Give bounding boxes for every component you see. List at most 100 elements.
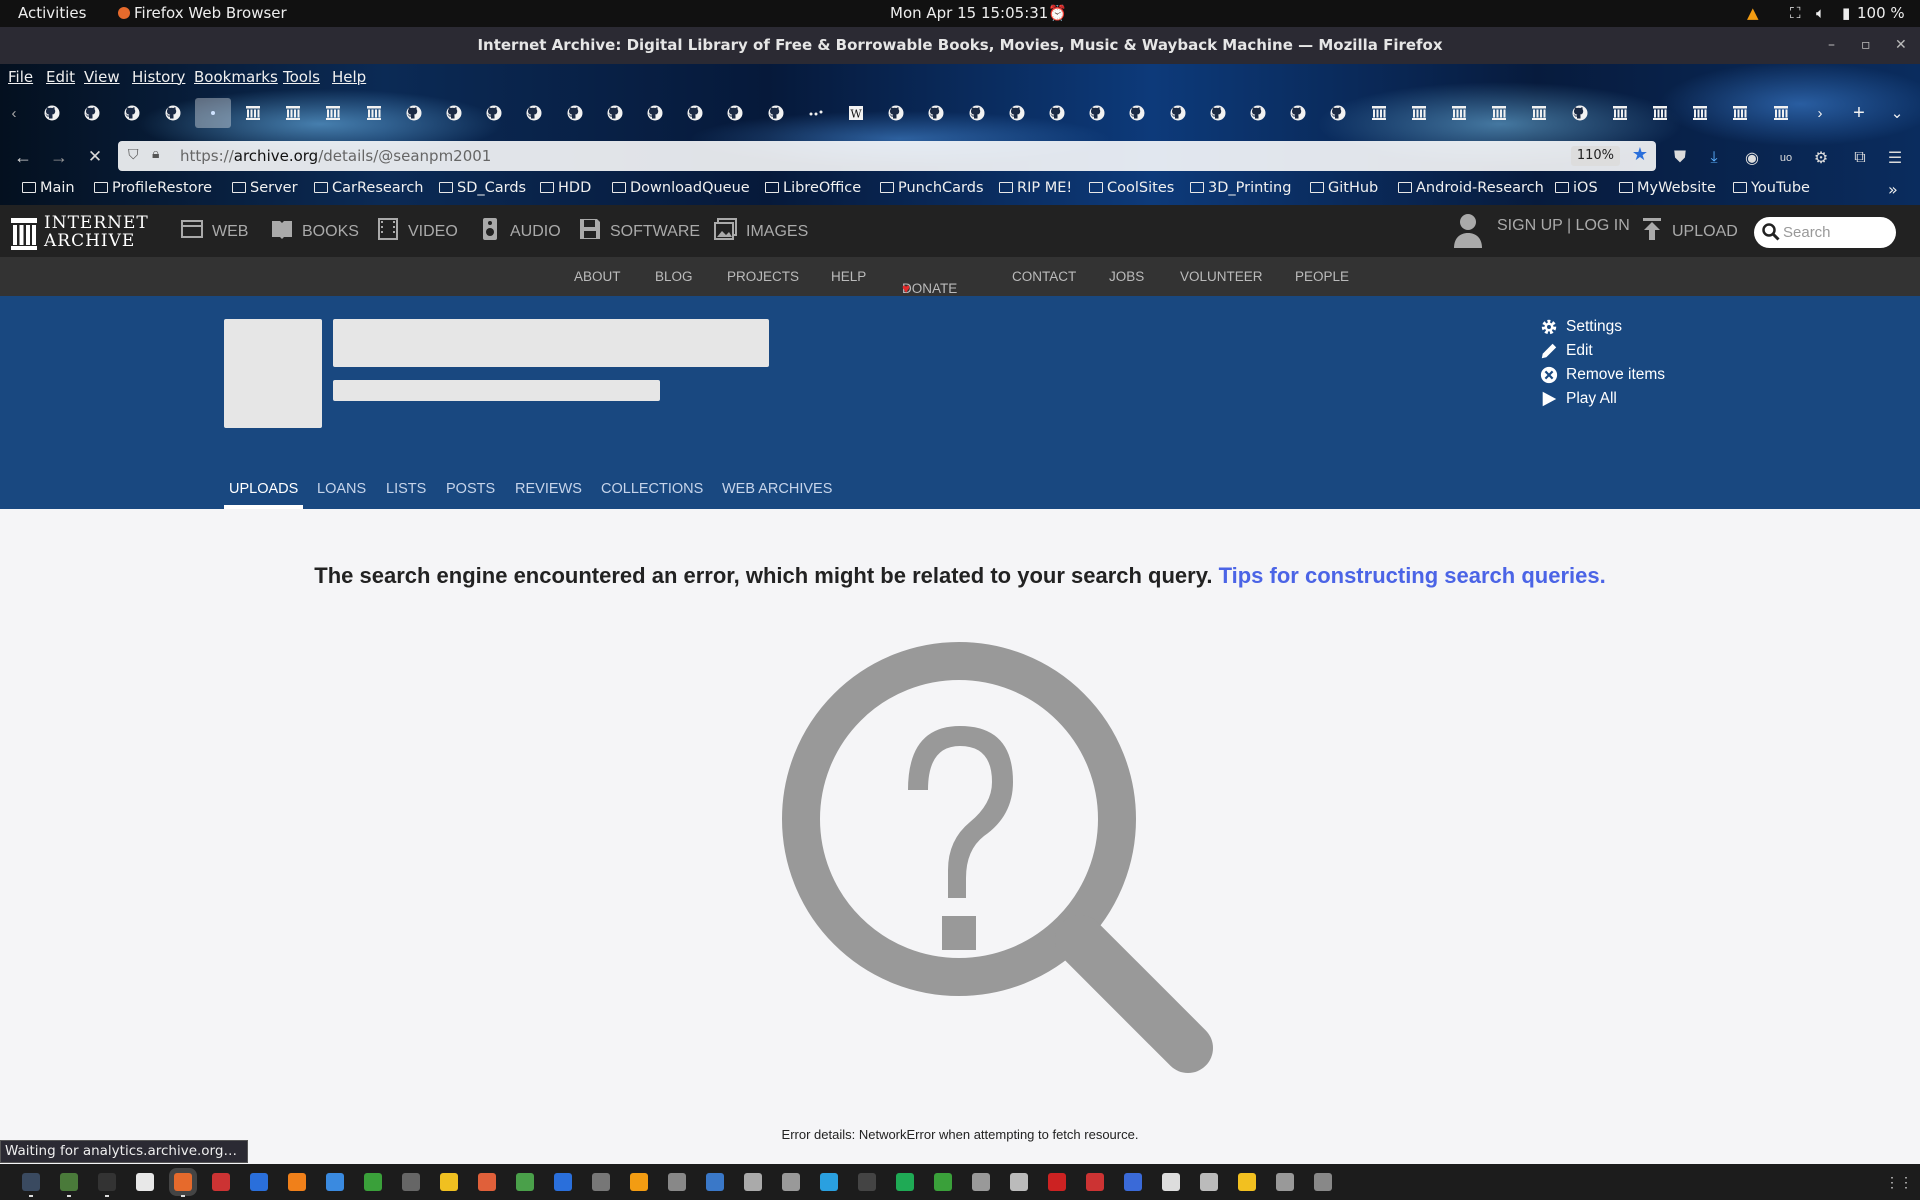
dock-app-icon[interactable] [98,1173,116,1197]
menu-history[interactable]: History [132,68,185,86]
tab[interactable] [758,98,794,128]
menu-tools[interactable]: Tools [283,68,320,86]
bookmark-star-icon[interactable]: ★ [1632,144,1648,165]
tab[interactable] [1481,98,1517,128]
tab-reviews[interactable]: REVIEWS [515,481,582,497]
bookmark-folder[interactable]: PunchCards [880,180,984,196]
bookmark-folder[interactable]: LibreOffice [765,180,861,196]
dock-app-icon[interactable] [60,1173,78,1197]
subnav-projects[interactable]: PROJECTS [727,269,799,284]
bookmark-folder[interactable]: SD_Cards [439,180,526,196]
dock-app-icon[interactable] [402,1173,420,1191]
media-web[interactable]: WEB [180,217,248,241]
tab[interactable] [878,98,914,128]
tab[interactable] [1642,98,1678,128]
network-icon[interactable]: ⛶ [1790,4,1801,22]
tab[interactable] [597,98,633,128]
maximize-button[interactable]: ▫ [1861,27,1871,64]
tab[interactable] [717,98,753,128]
tab[interactable] [1079,98,1115,128]
tab[interactable] [1722,98,1758,128]
dock-app-icon[interactable] [934,1173,952,1191]
menu-edit[interactable]: Edit [46,68,75,86]
remove-items-action[interactable]: Remove items [1540,366,1665,384]
dock-app-icon[interactable] [820,1173,838,1191]
subnav-blog[interactable]: BLOG [655,269,693,284]
dock-app-icon[interactable] [1086,1173,1104,1191]
bookmark-folder[interactable]: CoolSites [1089,180,1174,196]
bookmark-folder[interactable]: 3D_Printing [1190,180,1291,196]
ia-search-input[interactable]: Search [1754,217,1896,248]
tab[interactable] [436,98,472,128]
downloads-icon[interactable]: ⤓ [1703,147,1725,169]
tab[interactable] [918,98,954,128]
bookmark-folder[interactable]: HDD [540,180,591,196]
subnav-people[interactable]: PEOPLE [1295,269,1349,284]
tab[interactable] [1320,98,1356,128]
tab-uploads[interactable]: UPLOADS [223,481,304,509]
tab-scroll-left-button[interactable]: ‹ [2,98,26,128]
tab[interactable] [677,98,713,128]
settings-action[interactable]: Settings [1541,318,1622,336]
tab[interactable] [1562,98,1598,128]
dock-app-icon[interactable] [364,1173,382,1191]
bookmark-folder[interactable]: Server [232,180,298,196]
tab[interactable] [1441,98,1477,128]
dock-app-icon[interactable] [972,1173,990,1191]
bookmark-folder[interactable]: CarResearch [314,180,423,196]
bookmark-folder[interactable]: DownloadQueue [612,180,750,196]
more-bookmarks-chevron-icon[interactable]: » [1888,180,1898,199]
tab[interactable] [476,98,512,128]
bookmark-folder[interactable]: MyWebsite [1619,180,1716,196]
signup-login-link[interactable]: SIGN UP | LOG IN [1497,217,1630,235]
tab[interactable] [315,98,351,128]
tab-lists[interactable]: LISTS [386,481,426,497]
bookmark-folder[interactable]: Android-Research [1398,180,1544,196]
dock-app-icon[interactable] [174,1173,192,1197]
tab[interactable] [1280,98,1316,128]
media-images[interactable]: IMAGES [714,217,808,241]
activities-button[interactable]: Activities [18,4,86,22]
dock-app-icon[interactable] [326,1173,344,1191]
media-video[interactable]: VIDEO [376,217,458,241]
ublock-icon[interactable]: uo [1775,147,1797,169]
dock-app-icon[interactable] [440,1173,458,1191]
media-books[interactable]: BOOKS [270,217,359,241]
dock-app-icon[interactable] [782,1173,800,1191]
subnav-about[interactable]: ABOUT [574,269,621,284]
tab[interactable] [396,98,432,128]
tab[interactable] [1602,98,1638,128]
tab[interactable] [235,98,271,128]
dock-app-icon[interactable] [554,1173,572,1191]
dock-app-icon[interactable] [630,1173,648,1191]
tab-posts[interactable]: POSTS [446,481,495,497]
tab-scroll-right-button[interactable]: › [1808,98,1832,128]
extension-icon[interactable]: ⚙ [1810,147,1832,169]
tab-loans[interactable]: LOANS [317,481,366,497]
url-bar[interactable]: ⛉ 🔒︎ https://archive.org/details/@seanpm… [118,141,1656,171]
dock-app-icon[interactable] [288,1173,306,1191]
battery-icon[interactable]: ▮ [1842,4,1850,22]
tab[interactable] [114,98,150,128]
account-icon[interactable]: ◉ [1741,147,1763,169]
dock-app-icon[interactable] [858,1173,876,1191]
close-window-button[interactable]: ✕ [1895,27,1907,64]
tab[interactable] [356,98,392,128]
tab[interactable] [1521,98,1557,128]
dock-app-icon[interactable] [1162,1173,1180,1191]
dock-app-icon[interactable] [706,1173,724,1191]
dock-app-icon[interactable] [516,1173,534,1191]
search-tips-link[interactable]: Tips for constructing search queries. [1219,563,1606,588]
upload-button[interactable]: UPLOAD [1640,217,1738,241]
subnav-jobs[interactable]: JOBS [1109,269,1144,284]
dock-app-icon[interactable] [478,1173,496,1191]
tab[interactable] [798,98,834,128]
app-menu-icon[interactable]: ☰ [1884,147,1906,169]
minimize-button[interactable]: – [1828,27,1835,64]
dock-app-icon[interactable] [668,1173,686,1191]
bookmark-folder[interactable]: RIP ME! [999,180,1072,196]
menu-view[interactable]: View [84,68,120,86]
tab-web-archives[interactable]: WEB ARCHIVES [722,481,832,497]
dock-app-icon[interactable] [896,1173,914,1191]
subnav-volunteer[interactable]: VOLUNTEER [1180,269,1263,284]
